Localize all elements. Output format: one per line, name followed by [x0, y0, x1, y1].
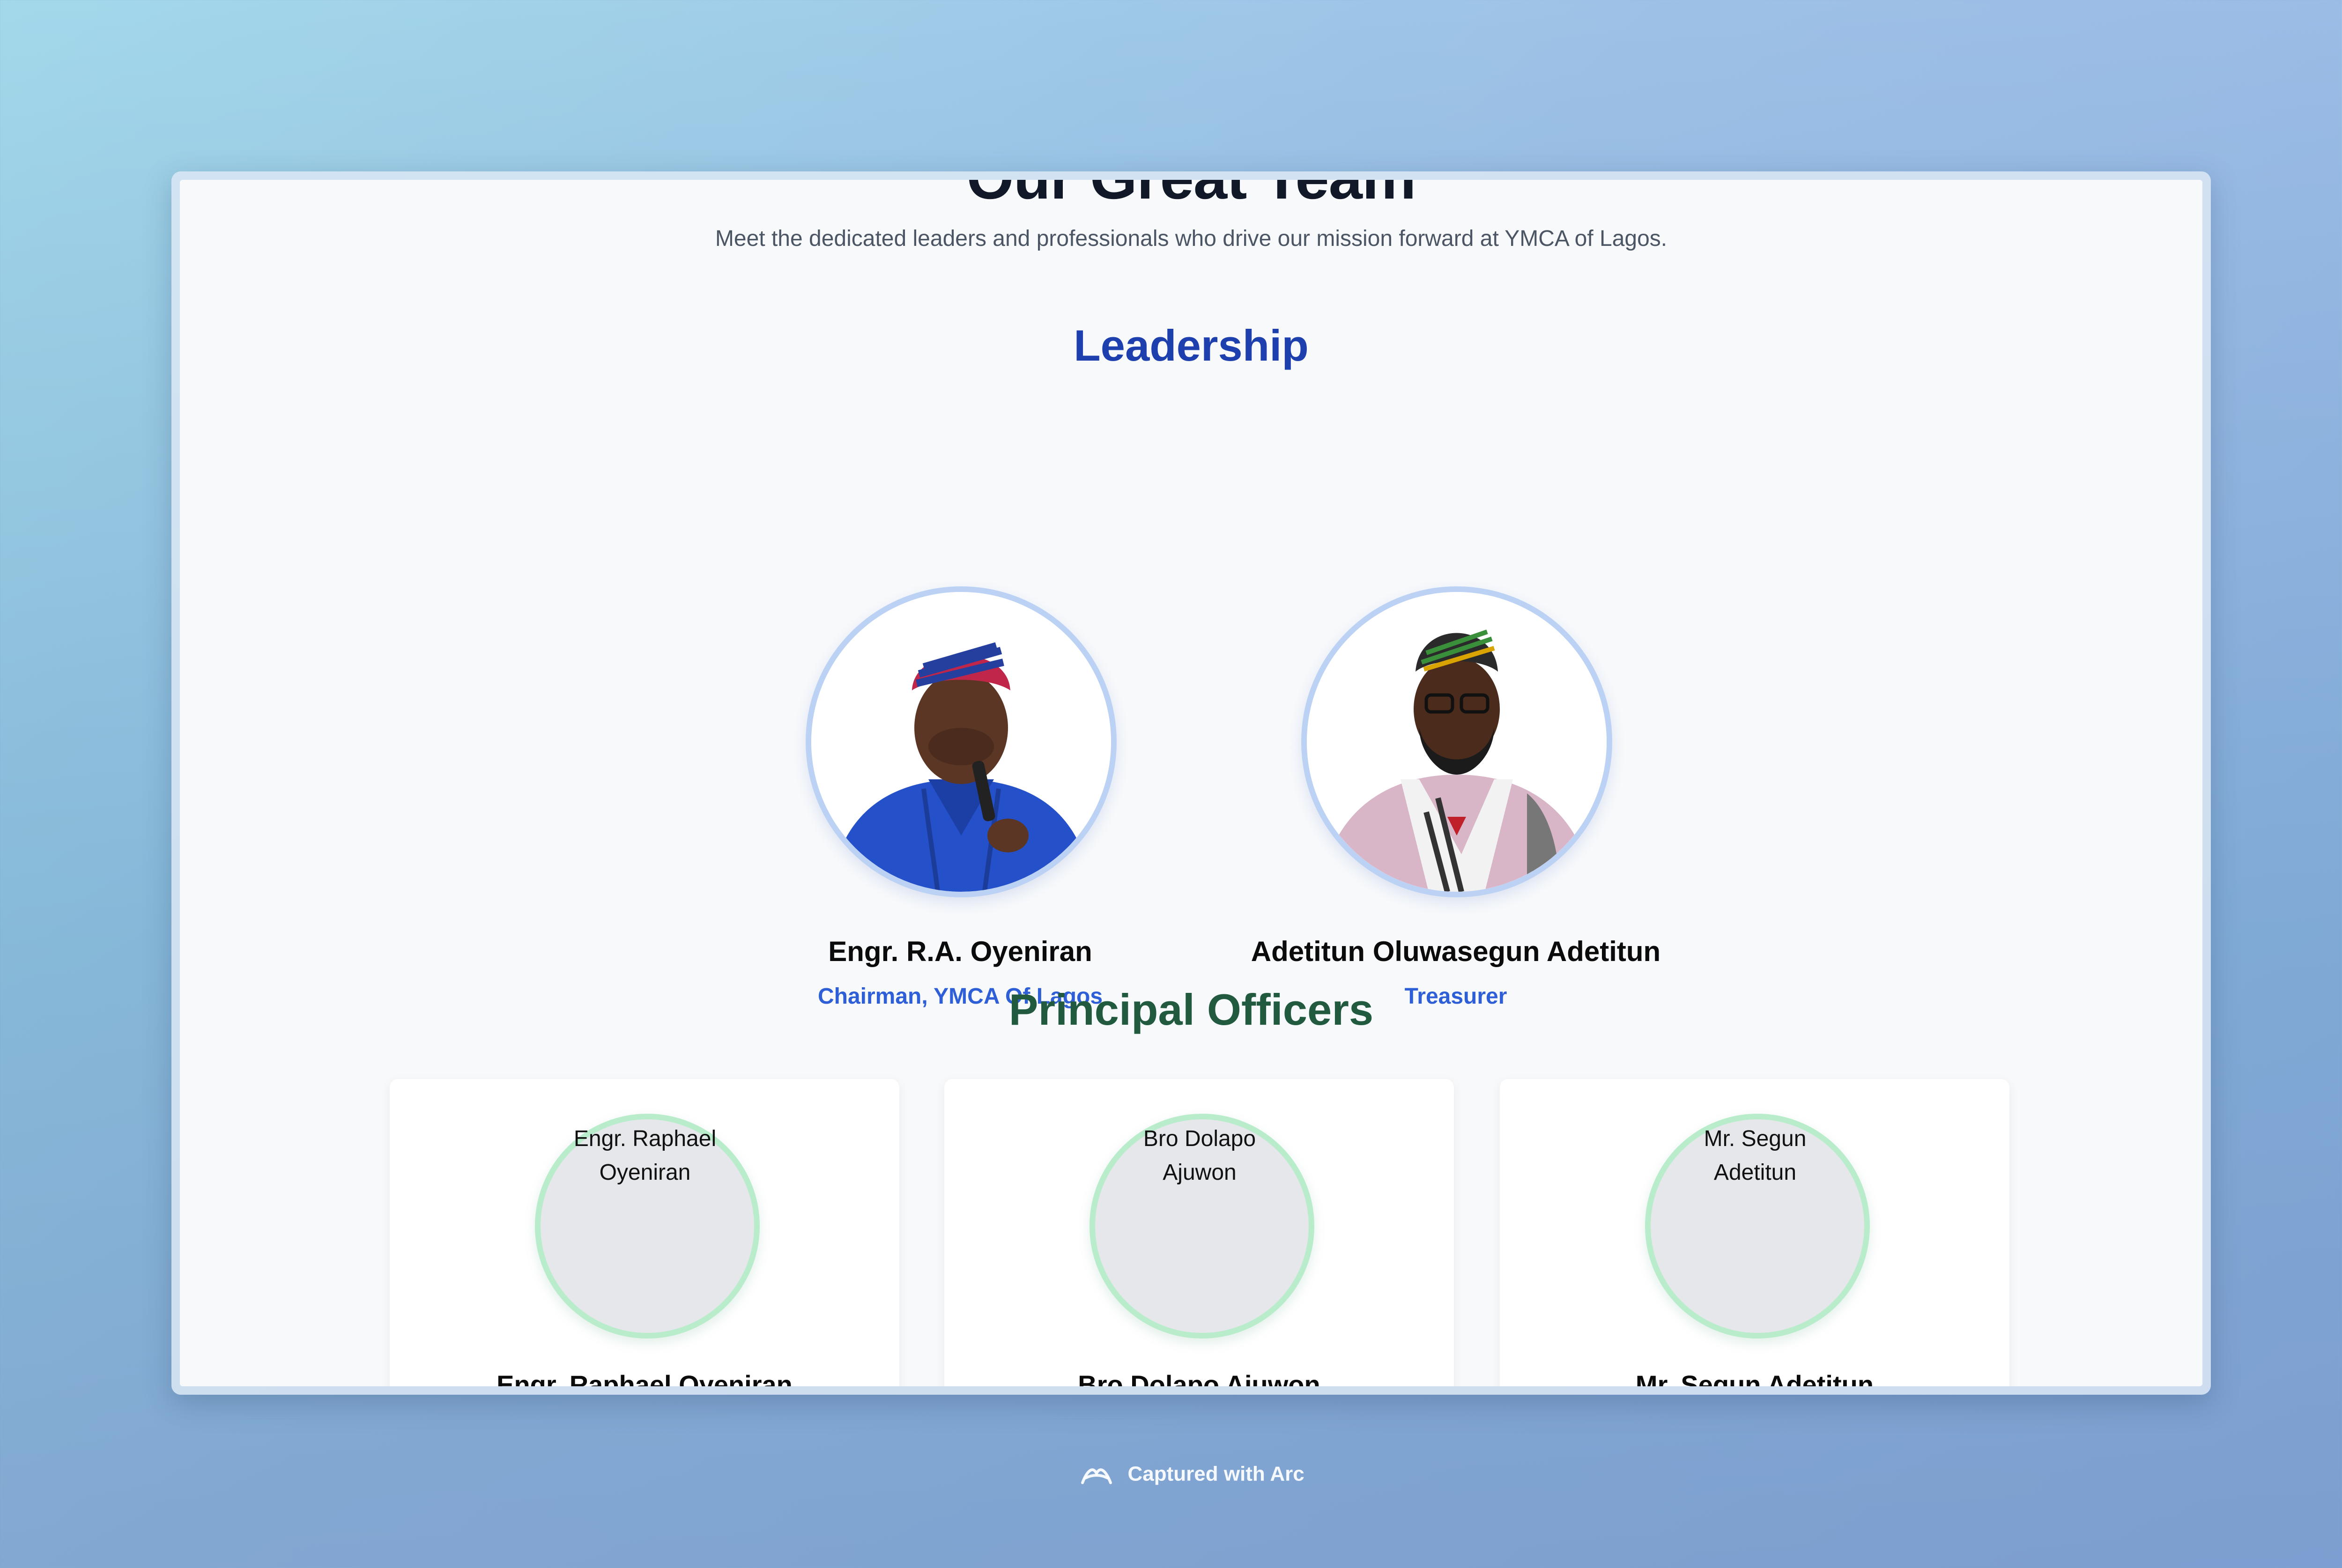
leader-photo [806, 586, 1117, 897]
officer-card: Mr. Segun Adetitun Mr. Segun Adetitun [1500, 1079, 2009, 1386]
officer-name: Engr. Raphael Oyeniran [497, 1370, 793, 1386]
officer-avatar-alt-text: Mr. Segun Adetitun [1704, 1126, 1807, 1185]
officer-avatar-alt-text: Engr. Raphael Oyeniran [573, 1126, 717, 1185]
officer-card: Engr. Raphael Oyeniran Engr. Raphael Oye… [390, 1079, 899, 1386]
officer-name: Mr. Segun Adetitun [1635, 1370, 1874, 1386]
officer-name: Bro Dolapo Ajuwon [1078, 1370, 1320, 1386]
principal-officers-heading: Principal Officers [1008, 985, 1374, 1034]
leader-photo [1301, 586, 1612, 897]
leader-name: Engr. R.A. Oyeniran [828, 936, 1092, 967]
leader-name: Adetitun Oluwasegun Adetitun [1251, 936, 1661, 967]
page-subtitle: Meet the dedicated leaders and professio… [715, 226, 1668, 251]
officer-card: Bro Dolapo Ajuwon Bro Dolapo Ajuwon [944, 1079, 1454, 1386]
officer-avatar-alt-text: Bro Dolapo Ajuwon [1143, 1126, 1256, 1185]
portrait-photo-icon [811, 592, 1111, 892]
portrait-photo-icon [1307, 592, 1607, 892]
arc-logo-icon [1081, 1468, 1112, 1484]
browser-window: Our Great Team Meet the dedicated leader… [171, 171, 2211, 1395]
page-viewport[interactable]: Our Great Team Meet the dedicated leader… [180, 180, 2202, 1386]
arc-capture-caption: Captured with Arc [0, 1461, 2342, 1489]
page-title: Our Great Team [180, 180, 2202, 213]
leadership-heading: Leadership [1074, 321, 1309, 370]
caption-text: Captured with Arc [1127, 1462, 1304, 1486]
